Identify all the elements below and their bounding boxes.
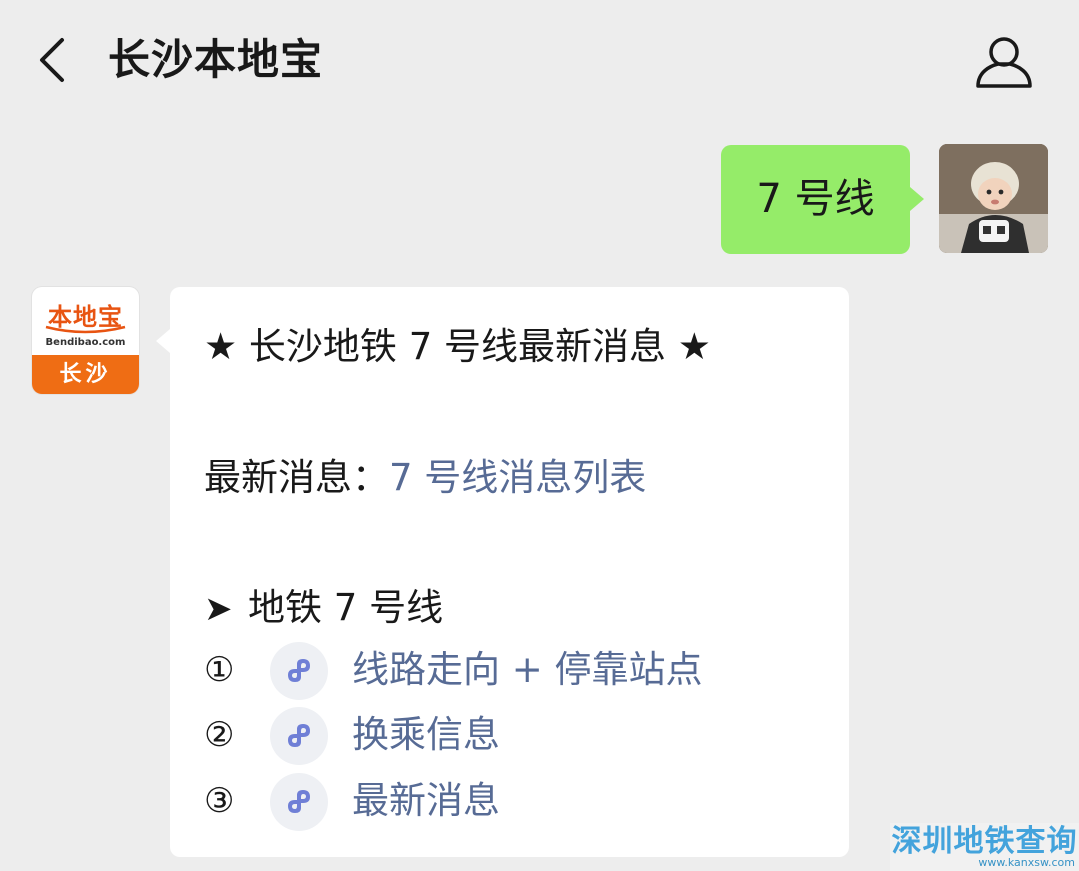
item-number: ② xyxy=(204,715,235,755)
watermark-url-text: www.kanxsw.com xyxy=(978,856,1075,869)
list-item-route[interactable]: ① 线路走向 + 停靠站点 xyxy=(204,640,824,700)
latest-news-line: 最新消息：7 号线消息列表 xyxy=(204,453,646,503)
outgoing-message-bubble[interactable]: 7 号线 xyxy=(721,145,924,254)
avatar-photo xyxy=(939,144,1048,253)
person-icon xyxy=(976,37,1032,88)
arrow-icon: ➤ xyxy=(204,589,233,629)
incoming-message-bubble[interactable]: ★ 长沙地铁 7 号线最新消息 ★ 最新消息：7 号线消息列表 ➤ 地铁 7 号线… xyxy=(156,287,849,857)
watermark: 深圳地铁查询 www.kanxsw.com xyxy=(890,823,1079,871)
top-navigation-bar: 长沙本地宝 xyxy=(0,0,1079,122)
logo-city-bar: 长沙 xyxy=(32,355,139,394)
news-list-link[interactable]: 7 号线消息列表 xyxy=(389,456,646,499)
headline-text: ★ 长沙地铁 7 号线最新消息 ★ xyxy=(204,325,711,368)
mini-program-link-icon xyxy=(270,707,328,765)
chat-area[interactable]: 7 号线 本地宝 Bendibao.com 长沙 ★ 长沙地铁 7 号线最新消息… xyxy=(0,122,1079,871)
back-button[interactable] xyxy=(30,34,80,86)
official-account-avatar[interactable]: 本地宝 Bendibao.com 长沙 xyxy=(32,287,139,394)
item-number: ① xyxy=(204,650,235,690)
profile-button[interactable] xyxy=(972,32,1036,90)
mini-program-link-icon xyxy=(270,642,328,700)
mini-program-link-icon xyxy=(270,773,328,831)
item-number: ③ xyxy=(204,781,235,821)
section-title: 地铁 7 号线 xyxy=(248,586,444,629)
chevron-left-icon xyxy=(40,38,64,82)
item-label[interactable]: 换乘信息 xyxy=(352,705,500,765)
section-heading: ➤ 地铁 7 号线 xyxy=(204,583,443,634)
item-label[interactable]: 线路走向 + 停靠站点 xyxy=(352,640,703,700)
outgoing-message-text: 7 号线 xyxy=(756,176,875,222)
list-item-latest-news[interactable]: ③ 最新消息 xyxy=(204,771,824,831)
my-avatar[interactable] xyxy=(939,144,1048,253)
logo-domain-text: Bendibao.com xyxy=(45,337,126,348)
latest-news-label: 最新消息： xyxy=(204,456,389,499)
list-item-transfer[interactable]: ② 换乘信息 xyxy=(204,705,824,765)
item-label[interactable]: 最新消息 xyxy=(352,771,500,831)
chat-title: 长沙本地宝 xyxy=(108,35,324,84)
logo-swoosh xyxy=(45,325,126,334)
